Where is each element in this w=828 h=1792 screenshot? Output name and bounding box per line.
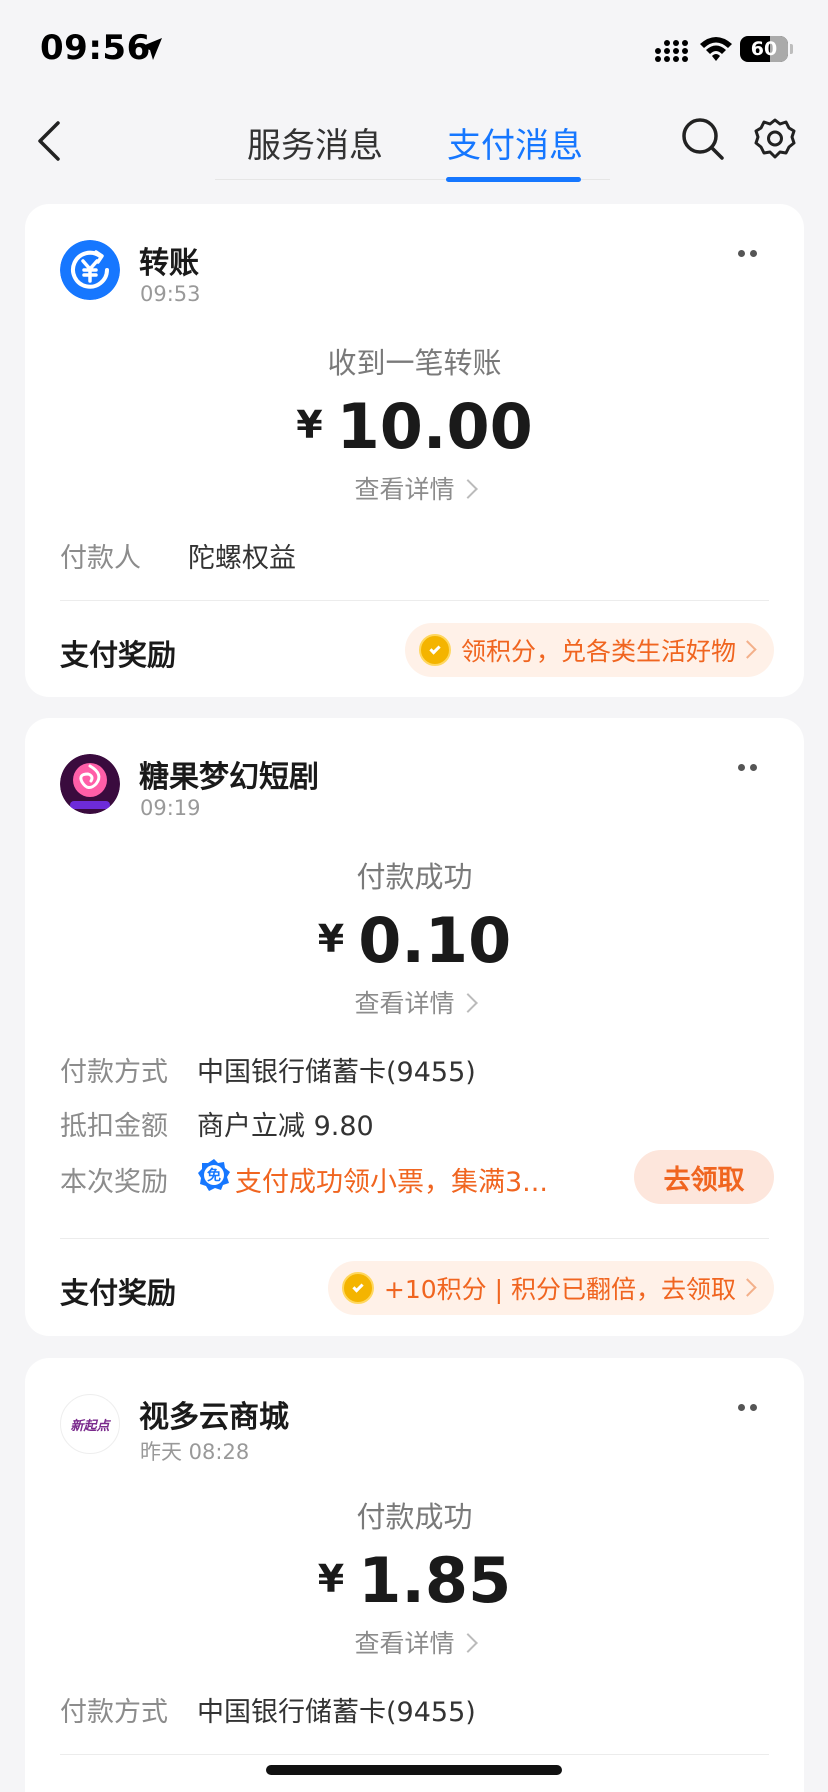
more-options-button[interactable] bbox=[738, 250, 760, 260]
payer-label: 付款人 bbox=[60, 543, 141, 574]
free-badge-char: 免 bbox=[207, 1167, 221, 1184]
claim-button[interactable]: 去领取 bbox=[634, 1150, 774, 1204]
view-details-link[interactable]: 查看详情 bbox=[25, 470, 804, 506]
payment-status: 付款成功 bbox=[356, 860, 473, 894]
message-time: 09:19 bbox=[140, 796, 201, 820]
currency-symbol: ¥ bbox=[317, 917, 345, 961]
battery-level: 60 bbox=[750, 38, 778, 60]
candy-logo-icon bbox=[60, 754, 120, 814]
top-nav: 服务消息 支付消息 bbox=[0, 100, 828, 190]
merchant-avatar: 新起点 bbox=[60, 1394, 120, 1454]
chevron-right-icon bbox=[457, 1633, 478, 1653]
payment-reward-title: 支付奖励 bbox=[60, 638, 177, 672]
merchant-name: 视多云商城 bbox=[139, 1400, 289, 1435]
more-options-button[interactable] bbox=[738, 764, 760, 774]
currency-symbol: ¥ bbox=[317, 1557, 345, 1601]
message-card-transfer[interactable]: 转账 09:53 收到一笔转账 ¥10.00 查看详情 付款人 陀螺权益 支付奖… bbox=[25, 204, 804, 697]
payment-method-value: 中国银行储蓄卡(9455) bbox=[197, 1057, 476, 1088]
currency-symbol: ¥ bbox=[296, 403, 323, 447]
view-details-label: 查看详情 bbox=[354, 475, 455, 504]
message-time: 昨天 08:28 bbox=[140, 1440, 250, 1464]
points-coin-icon bbox=[341, 1272, 374, 1304]
chevron-right-icon bbox=[738, 640, 757, 659]
more-options-button[interactable] bbox=[738, 1404, 760, 1414]
back-button[interactable] bbox=[24, 116, 74, 166]
message-time: 09:53 bbox=[140, 282, 201, 306]
chevron-right-icon bbox=[738, 1278, 757, 1297]
merchant-avatar bbox=[60, 754, 120, 814]
active-tab-indicator bbox=[446, 177, 581, 182]
home-indicator[interactable] bbox=[266, 1765, 562, 1775]
tab-service-messages[interactable]: 服务消息 bbox=[247, 118, 383, 167]
chevron-right-icon bbox=[457, 479, 478, 499]
payment-method-value: 中国银行储蓄卡(9455) bbox=[197, 1697, 476, 1728]
merchant-logo-text: 新起点 bbox=[70, 1418, 110, 1434]
payment-amount: ¥1.85 bbox=[25, 1544, 804, 1617]
divider bbox=[60, 1754, 769, 1755]
payment-method-label: 付款方式 bbox=[60, 1697, 168, 1728]
chevron-left-icon bbox=[38, 121, 60, 161]
view-details-link[interactable]: 查看详情 bbox=[25, 1624, 804, 1660]
merchant-name: 转账 bbox=[139, 246, 199, 281]
reward-pill-text: +10积分 | 积分已翻倍，去领取 bbox=[383, 1275, 736, 1304]
status-bar: 09:56 60 bbox=[0, 0, 828, 100]
amount-value: 10.00 bbox=[336, 390, 533, 463]
bonus-text: 支付成功领小票，集满3... bbox=[235, 1167, 548, 1198]
divider bbox=[60, 600, 769, 601]
reward-points-pill[interactable]: +10积分 | 积分已翻倍，去领取 bbox=[327, 1261, 774, 1315]
payment-reward-title: 支付奖励 bbox=[60, 1276, 177, 1310]
settings-button[interactable] bbox=[752, 116, 798, 162]
view-details-link[interactable]: 查看详情 bbox=[25, 984, 804, 1020]
discount-label: 抵扣金额 bbox=[60, 1111, 168, 1142]
view-details-label: 查看详情 bbox=[354, 1629, 455, 1658]
reward-pill-text: 领积分，兑各类生活好物 bbox=[460, 637, 736, 666]
chevron-right-icon bbox=[457, 993, 478, 1013]
battery-icon: 60 bbox=[740, 36, 793, 62]
status-time: 09:56 bbox=[40, 28, 151, 68]
wifi-icon bbox=[700, 37, 732, 61]
free-badge-icon: 免 bbox=[198, 1159, 230, 1191]
transfer-yuan-icon bbox=[60, 240, 120, 300]
payment-amount: ¥0.10 bbox=[25, 904, 804, 977]
message-card-payment[interactable]: 糖果梦幻短剧 09:19 付款成功 ¥0.10 查看详情 付款方式 中国银行储蓄… bbox=[25, 718, 804, 1336]
message-card-payment[interactable]: 新起点 视多云商城 昨天 08:28 付款成功 ¥1.85 查看详情 付款方式 … bbox=[25, 1358, 804, 1792]
payment-status: 收到一笔转账 bbox=[327, 346, 502, 380]
reward-points-pill[interactable]: 领积分，兑各类生活好物 bbox=[404, 623, 774, 677]
search-button[interactable] bbox=[680, 116, 726, 162]
payer-value: 陀螺权益 bbox=[188, 543, 296, 574]
location-arrow-icon bbox=[140, 38, 162, 60]
tab-payment-messages[interactable]: 支付消息 bbox=[447, 118, 583, 167]
payment-status: 付款成功 bbox=[356, 1500, 473, 1534]
discount-value: 商户立减 9.80 bbox=[197, 1111, 374, 1142]
amount-value: 1.85 bbox=[358, 1544, 512, 1617]
cellular-signal-icon bbox=[655, 40, 688, 62]
search-icon bbox=[682, 118, 724, 160]
gear-icon bbox=[754, 118, 796, 159]
view-details-label: 查看详情 bbox=[354, 989, 455, 1018]
payment-method-label: 付款方式 bbox=[60, 1057, 168, 1088]
bonus-label: 本次奖励 bbox=[60, 1167, 168, 1198]
merchant-avatar bbox=[60, 240, 120, 300]
divider bbox=[60, 1238, 769, 1239]
points-coin-icon bbox=[418, 634, 451, 666]
merchant-name: 糖果梦幻短剧 bbox=[139, 760, 319, 795]
payment-amount: ¥10.00 bbox=[25, 390, 804, 463]
amount-value: 0.10 bbox=[358, 904, 512, 977]
